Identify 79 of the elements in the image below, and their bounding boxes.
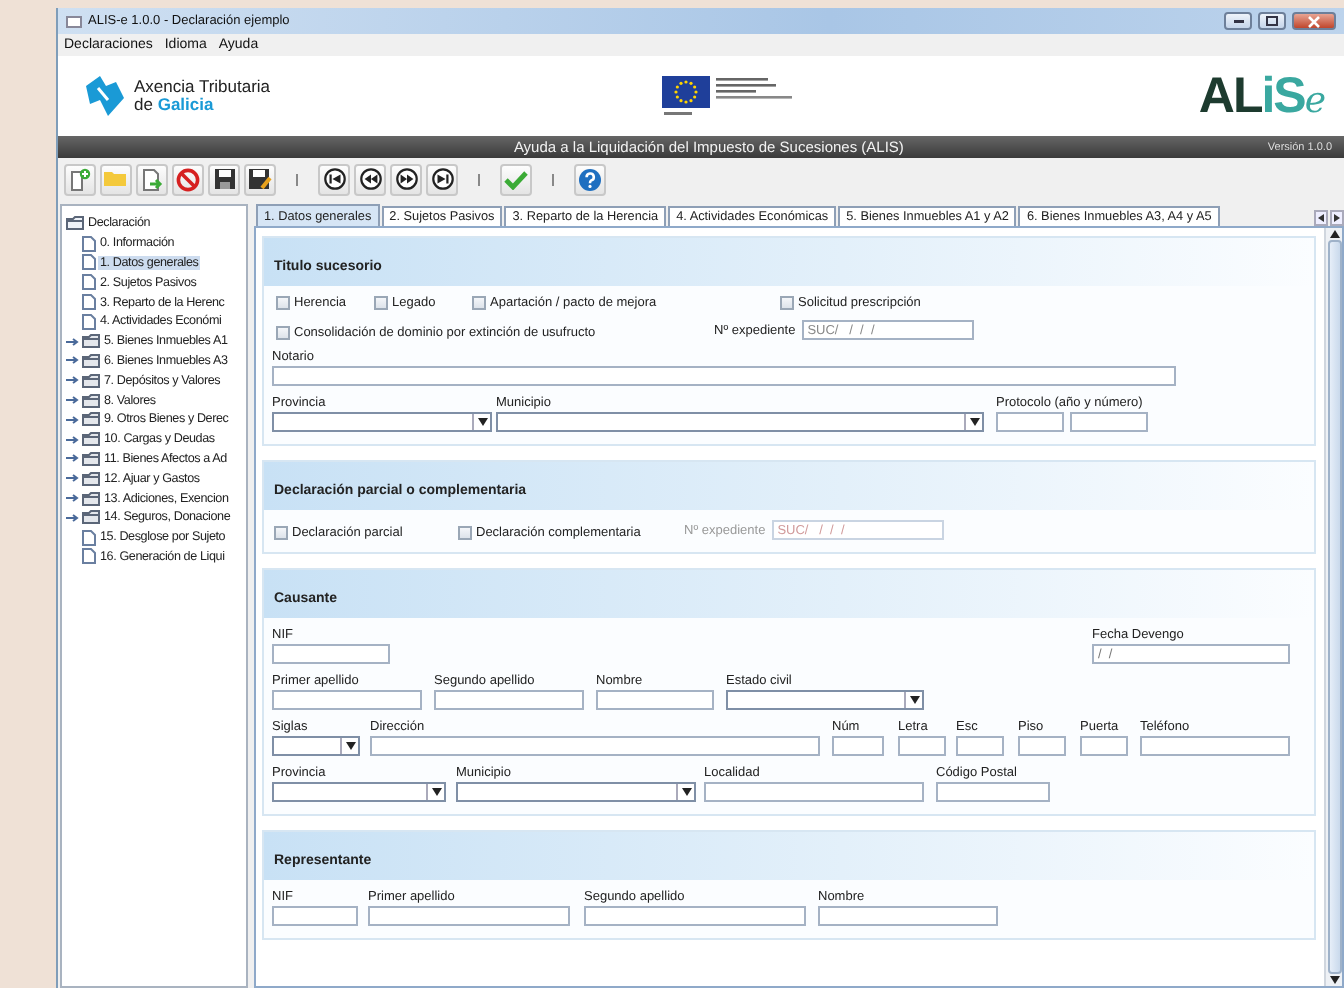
caret-icon — [477, 418, 487, 426]
expand-arrow-icon[interactable] — [65, 435, 79, 444]
first-button[interactable] — [318, 163, 350, 195]
scroll-right-button[interactable] — [1330, 210, 1344, 226]
dropdown[interactable] — [456, 782, 696, 802]
input-field[interactable] — [1080, 736, 1128, 756]
agency-name: de Galicia — [134, 96, 216, 114]
agency-name: Axencia Tributaria — [134, 78, 271, 96]
input-field[interactable] — [434, 690, 584, 710]
input-field[interactable] — [1140, 736, 1290, 756]
input-field[interactable] — [272, 690, 422, 710]
dropdown[interactable] — [272, 782, 446, 802]
checkbox[interactable] — [780, 296, 794, 310]
scroll-left-button[interactable] — [1314, 210, 1328, 226]
input-field[interactable] — [370, 736, 820, 756]
skip-forward-icon — [431, 168, 453, 190]
input-field[interactable] — [272, 906, 358, 926]
maximize-icon — [1266, 16, 1278, 26]
input-field[interactable] — [956, 736, 1004, 756]
input-field[interactable] — [596, 690, 714, 710]
app-logo: ALiSe — [1198, 67, 1324, 125]
checkbox[interactable] — [374, 296, 388, 310]
input-field[interactable] — [704, 782, 924, 802]
last-button[interactable] — [426, 163, 458, 195]
expand-arrow-icon[interactable] — [65, 494, 79, 503]
agency-logo-icon — [82, 74, 126, 118]
dropdown[interactable] — [272, 412, 492, 432]
app-icon — [66, 15, 82, 27]
dropdown[interactable] — [726, 690, 924, 710]
fast-forward-icon — [395, 168, 417, 190]
previous-button[interactable] — [354, 163, 386, 195]
caret-icon — [345, 742, 355, 750]
expand-arrow-icon[interactable] — [65, 474, 79, 483]
input-field[interactable] — [272, 644, 390, 664]
import-document-button[interactable] — [136, 163, 168, 195]
expand-arrow-icon[interactable] — [65, 337, 79, 346]
caret-icon — [681, 788, 691, 796]
next-button[interactable] — [390, 163, 422, 195]
input-field[interactable] — [818, 906, 998, 926]
expand-arrow-icon[interactable] — [65, 396, 79, 405]
rewind-icon — [359, 168, 381, 190]
maximize-button[interactable] — [1258, 12, 1286, 30]
new-document-button[interactable] — [64, 163, 96, 195]
minimize-icon — [1233, 19, 1243, 23]
input-field[interactable] — [584, 906, 806, 926]
folder-icon — [104, 170, 128, 188]
input-field[interactable] — [936, 782, 1050, 802]
minimize-button[interactable] — [1224, 12, 1252, 30]
dropdown[interactable] — [496, 412, 984, 432]
caret-icon — [909, 696, 919, 704]
dropdown[interactable] — [272, 736, 360, 756]
expand-arrow-icon[interactable] — [65, 454, 79, 463]
caret-icon — [969, 418, 979, 426]
expand-arrow-icon[interactable] — [65, 513, 79, 522]
scrollbar[interactable] — [1324, 228, 1342, 986]
input-field[interactable] — [1018, 736, 1066, 756]
save-button[interactable] — [208, 163, 240, 195]
checkbox[interactable] — [276, 326, 290, 340]
help-button[interactable] — [574, 163, 606, 195]
input-field[interactable] — [272, 366, 1176, 386]
skip-back-icon — [323, 168, 345, 190]
input-field[interactable] — [368, 906, 570, 926]
checkbox[interactable] — [276, 296, 290, 310]
close-button[interactable] — [1292, 12, 1336, 30]
save-as-button[interactable] — [244, 163, 276, 195]
checkbox[interactable] — [472, 296, 486, 310]
expand-arrow-icon[interactable] — [65, 415, 79, 424]
input-field[interactable] — [996, 412, 1064, 432]
input-field[interactable] — [898, 736, 946, 756]
expand-arrow-icon[interactable] — [65, 376, 79, 385]
checkbox[interactable] — [274, 526, 288, 540]
validate-button[interactable] — [500, 163, 532, 195]
caret-icon — [431, 788, 441, 796]
checkbox[interactable] — [458, 526, 472, 540]
input-field[interactable] — [1070, 412, 1148, 432]
expand-arrow-icon[interactable] — [65, 356, 79, 365]
input-field[interactable] — [832, 736, 884, 756]
close-icon — [1308, 15, 1320, 27]
cancel-button[interactable] — [172, 163, 204, 195]
